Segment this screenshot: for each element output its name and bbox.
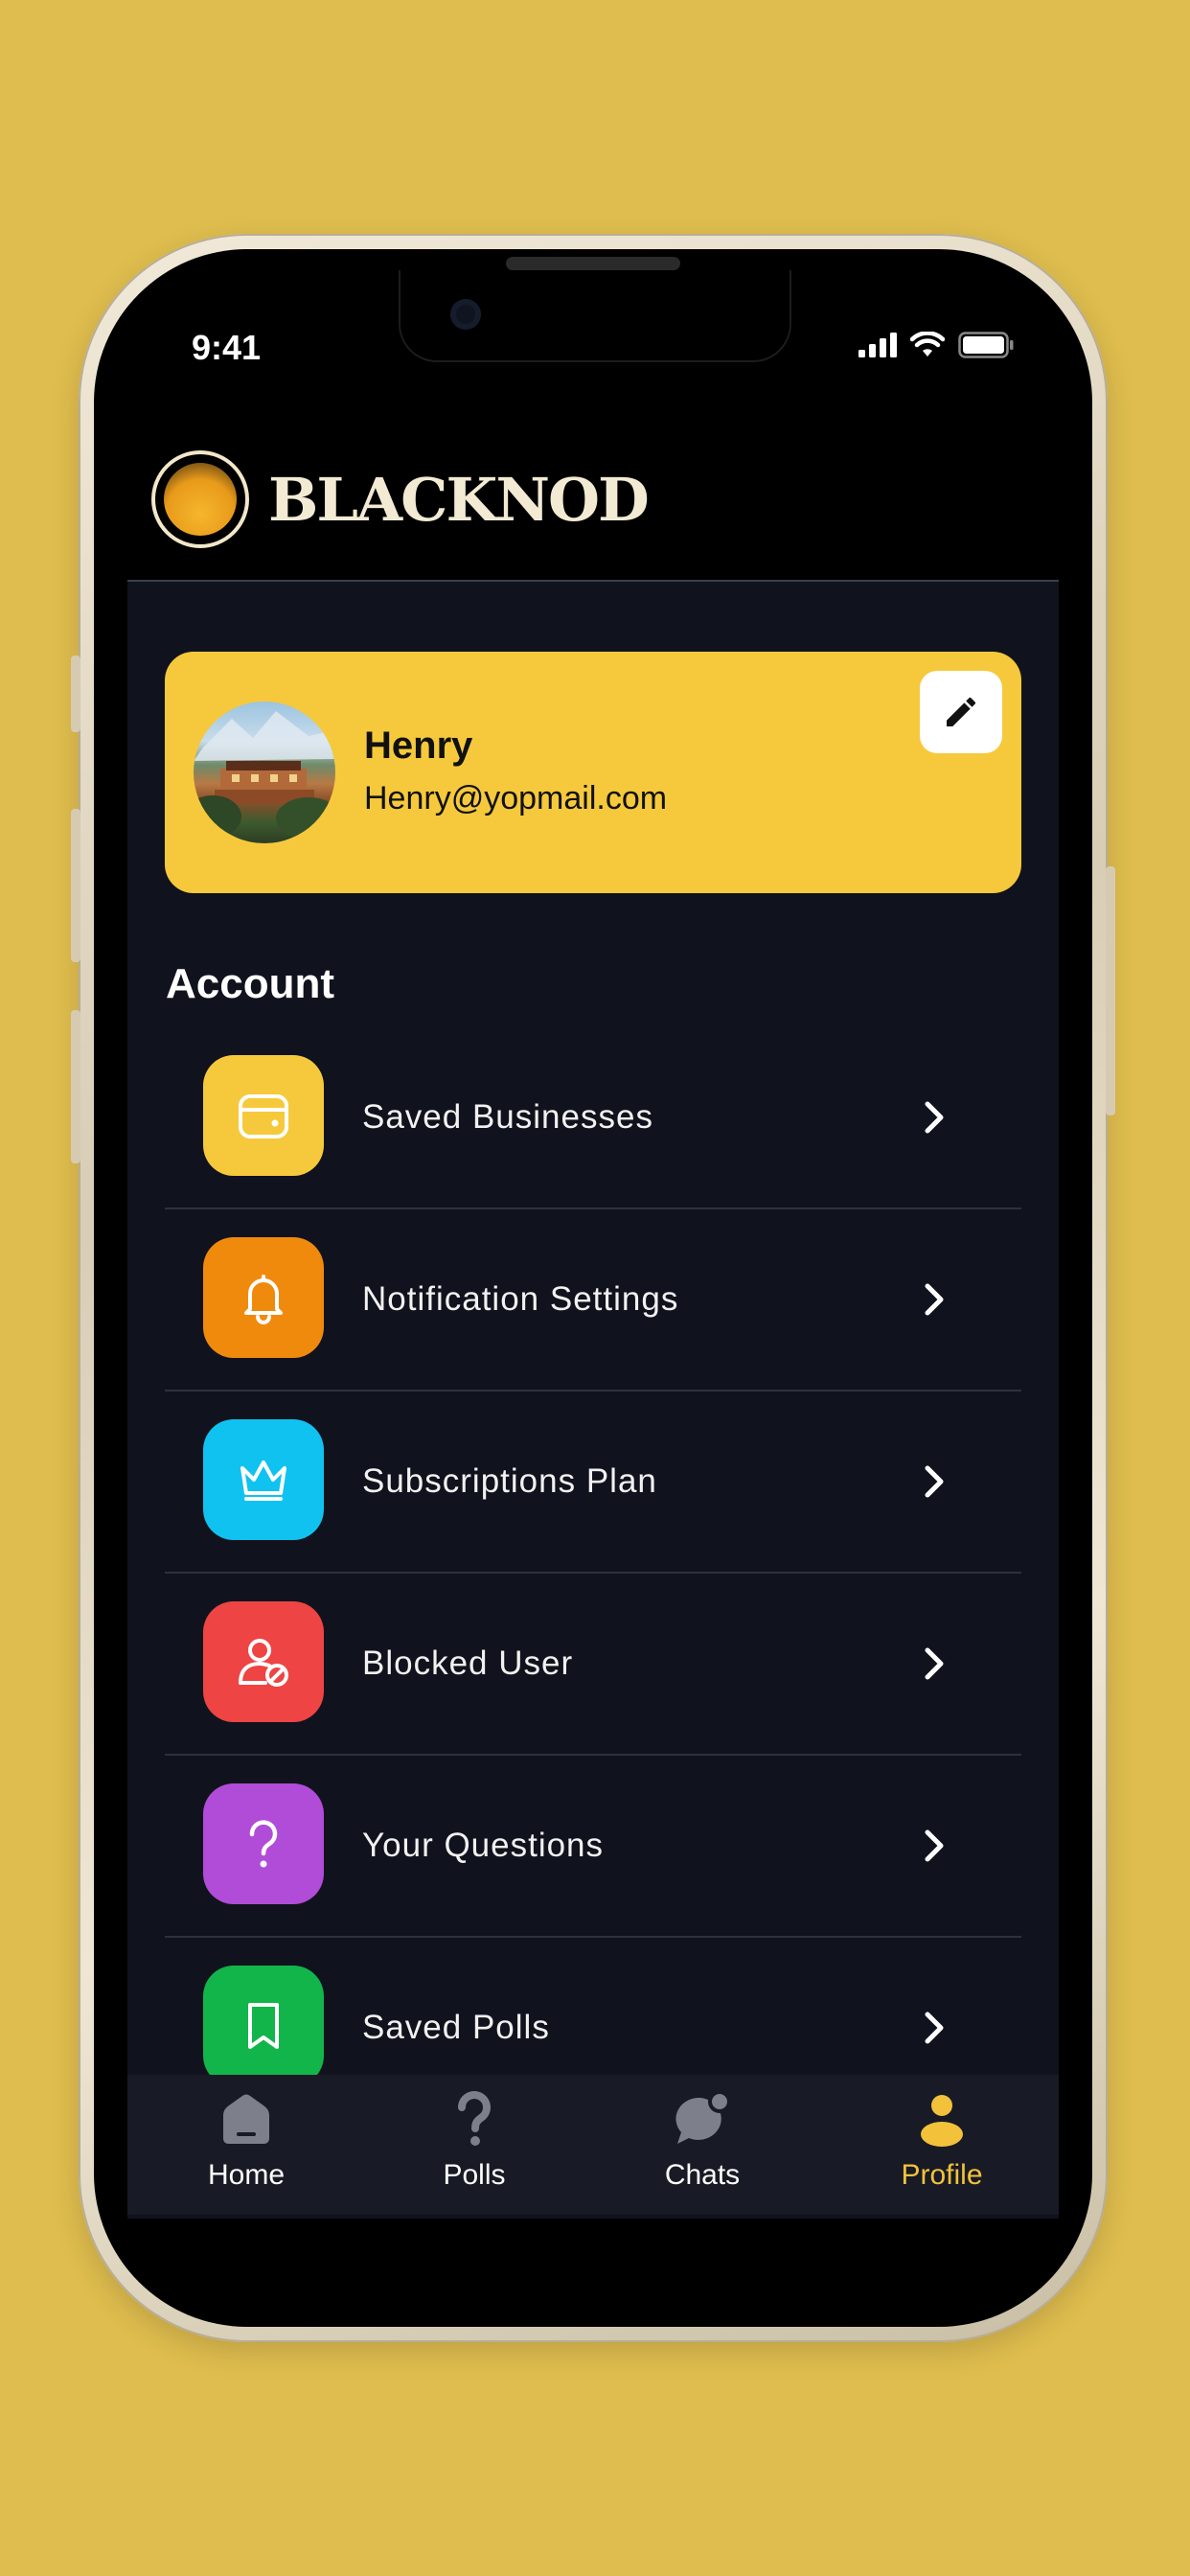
person-icon <box>921 2095 963 2147</box>
menu-label: Saved Polls <box>362 2009 550 2046</box>
question-icon <box>203 1783 324 1904</box>
battery-icon <box>958 332 1014 358</box>
status-icons <box>858 332 1014 358</box>
dynamic-island <box>399 270 791 362</box>
menu-item-saved-businesses[interactable]: Saved Businesses <box>165 1027 1021 1209</box>
status-time: 9:41 <box>192 328 262 367</box>
avatar[interactable] <box>194 702 335 843</box>
volume-down-button <box>71 1010 80 1163</box>
volume-up-button <box>71 809 80 962</box>
menu-item-notification-settings[interactable]: Notification Settings <box>165 1209 1021 1392</box>
chevron-right-icon <box>925 1101 944 1134</box>
menu-item-subscriptions-plan[interactable]: Subscriptions Plan <box>165 1392 1021 1574</box>
brand-name: BLACKNOD <box>268 464 650 535</box>
menu-label: Subscriptions Plan <box>362 1462 657 1500</box>
power-button <box>1106 866 1115 1116</box>
tab-home[interactable]: Home <box>170 2090 323 2192</box>
profile-email: Henry@yopmail.com <box>364 780 668 816</box>
pencil-icon <box>947 697 976 726</box>
silent-switch <box>71 656 80 732</box>
chat-bubble-icon <box>675 2090 731 2144</box>
tab-label: Chats <box>664 2159 741 2191</box>
menu-label: Saved Businesses <box>362 1098 653 1136</box>
tab-profile[interactable]: Profile <box>865 2090 1018 2192</box>
tab-label: Profile <box>901 2159 983 2191</box>
phone-screen: 9:41 BLACKNOD Henry Henry@yopmail.com Ac… <box>94 249 1092 2327</box>
profile-card: Henry Henry@yopmail.com <box>165 652 1021 893</box>
menu-item-your-questions[interactable]: Your Questions <box>165 1756 1021 1938</box>
cellular-signal-icon <box>858 333 897 357</box>
crown-icon <box>203 1419 324 1540</box>
profile-name: Henry <box>364 724 473 767</box>
chevron-right-icon <box>925 2012 944 2044</box>
tab-bar: Home Polls Chats Profile <box>127 2075 1059 2215</box>
menu-label: Notification Settings <box>362 1280 679 1318</box>
menu-label: Blocked User <box>362 1644 574 1682</box>
tab-polls[interactable]: Polls <box>398 2090 551 2192</box>
chevron-right-icon <box>925 1465 944 1498</box>
brand-logo <box>151 450 249 548</box>
tab-chats[interactable]: Chats <box>626 2090 779 2192</box>
wallet-icon <box>203 1055 324 1176</box>
edit-profile-button[interactable] <box>920 671 1002 753</box>
menu-label: Your Questions <box>362 1827 605 1864</box>
chevron-right-icon <box>925 1829 944 1862</box>
bookmark-icon <box>203 1966 324 2086</box>
menu-item-blocked-user[interactable]: Blocked User <box>165 1574 1021 1756</box>
question-mark-icon <box>458 2091 491 2146</box>
bell-icon <box>203 1237 324 1358</box>
tab-label: Home <box>207 2159 286 2191</box>
chevron-right-icon <box>925 1647 944 1680</box>
earpiece-speaker <box>506 257 680 270</box>
account-menu: Saved Businesses Notification Settings S… <box>165 1027 1021 2091</box>
home-icon <box>223 2094 269 2144</box>
blocked-user-icon <box>203 1601 324 1722</box>
wifi-icon <box>910 332 945 356</box>
front-camera <box>450 299 481 330</box>
tab-label: Polls <box>443 2159 506 2191</box>
brand: BLACKNOD <box>151 450 650 548</box>
menu-item-saved-polls[interactable]: Saved Polls <box>165 1938 1021 2091</box>
profile-content: Henry Henry@yopmail.com Account Saved Bu… <box>127 580 1059 2219</box>
account-section-title: Account <box>166 960 334 1007</box>
chevron-right-icon <box>925 1283 944 1316</box>
